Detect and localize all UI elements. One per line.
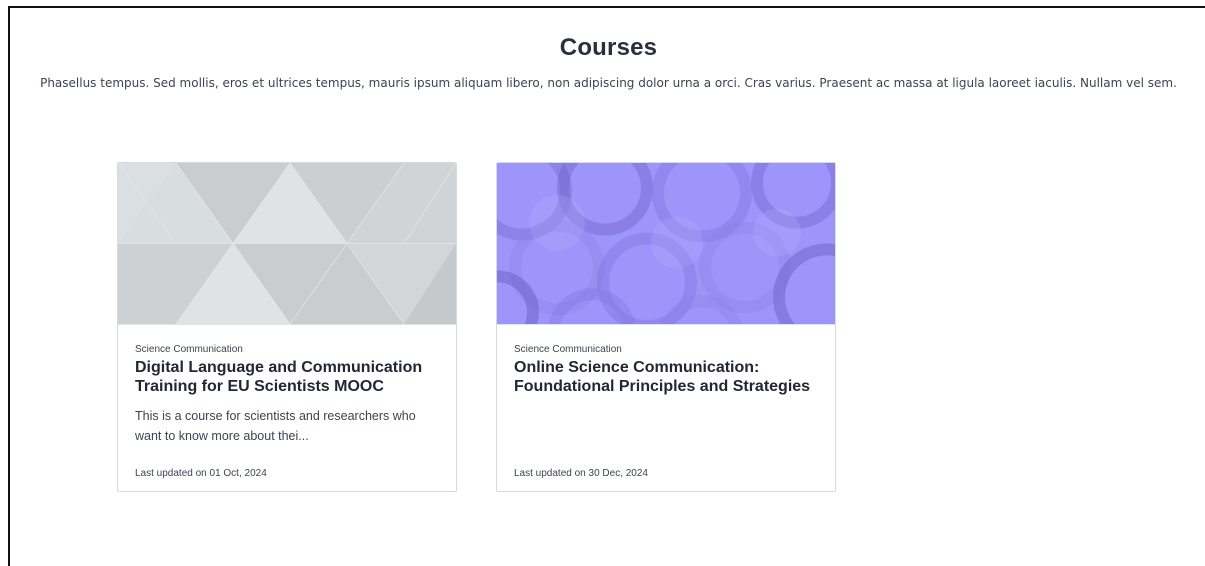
page-header: Courses Phasellus tempus. Sed mollis, er…	[10, 34, 1205, 93]
course-excerpt: This is a course for scientists and rese…	[135, 409, 416, 443]
course-updated-date: Last updated on 30 Dec, 2024	[514, 468, 648, 479]
triangles-icon	[118, 163, 456, 325]
course-card[interactable]: Science Communication Online Science Com…	[496, 162, 836, 492]
course-title-link[interactable]: Online Science Communication: Foundation…	[514, 358, 818, 396]
page-frame: Courses Phasellus tempus. Sed mollis, er…	[8, 6, 1205, 566]
circles-icon	[497, 163, 835, 325]
course-category: Science Communication	[135, 344, 243, 355]
course-category: Science Communication	[514, 344, 622, 355]
course-title-link[interactable]: Digital Language and Communication Train…	[135, 358, 439, 396]
course-updated-date: Last updated on 01 Oct, 2024	[135, 468, 267, 479]
page-title: Courses	[559, 34, 658, 61]
course-card[interactable]: Science Communication Digital Language a…	[117, 162, 457, 492]
course-grid: Science Communication Digital Language a…	[117, 162, 836, 492]
page-description: Phasellus tempus. Sed mollis, eros et ul…	[40, 76, 1177, 90]
